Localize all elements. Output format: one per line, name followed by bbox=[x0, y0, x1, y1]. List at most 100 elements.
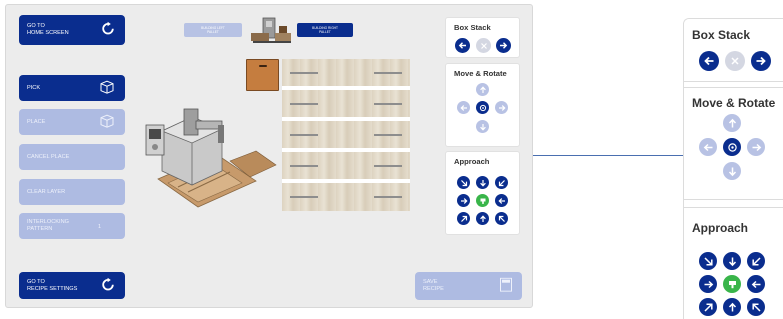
move-right-button[interactable] bbox=[495, 101, 508, 114]
box-stack-title: Box Stack bbox=[454, 23, 491, 32]
robot-cell-illustration bbox=[138, 99, 278, 211]
gripper-icon bbox=[480, 198, 485, 204]
interlocking-label-line1: INTERLOCKING bbox=[27, 219, 69, 226]
close-icon bbox=[480, 42, 487, 49]
arrow-up-right-icon bbox=[460, 215, 467, 222]
zoom-move-left-button[interactable] bbox=[699, 138, 717, 156]
pallet-slot-mark bbox=[290, 72, 318, 74]
close-icon bbox=[731, 57, 739, 65]
palletizer-thumbnail-icon bbox=[249, 15, 295, 45]
arrow-down-right-icon bbox=[460, 179, 467, 186]
arrow-up-left-icon bbox=[751, 302, 761, 312]
zoom-box-stack-remove-button[interactable] bbox=[725, 51, 745, 71]
arrow-right-icon bbox=[460, 197, 468, 204]
arrow-down-icon bbox=[728, 167, 736, 176]
zoom-move-right-button[interactable] bbox=[747, 138, 765, 156]
zoom-move-rotate-section: Move & Rotate bbox=[684, 87, 783, 200]
zoom-approach-down-button[interactable] bbox=[723, 252, 741, 270]
zoom-move-down-button[interactable] bbox=[723, 162, 741, 180]
zoomed-controls-callout: Box Stack Move & Rotate Approach bbox=[683, 18, 783, 319]
pick-label: PICK bbox=[27, 84, 41, 91]
move-down-button[interactable] bbox=[476, 120, 489, 133]
arrow-left-icon bbox=[704, 56, 714, 66]
arrow-up-icon bbox=[479, 85, 486, 93]
pallet-slot-mark bbox=[374, 134, 402, 136]
zoom-approach-up-button[interactable] bbox=[723, 298, 741, 316]
pallet-slot-mark bbox=[290, 103, 318, 105]
zoom-move-up-button[interactable] bbox=[723, 114, 741, 132]
interlocking-label: INTERLOCKING PATTERN bbox=[27, 219, 69, 232]
pick-button[interactable]: PICK bbox=[19, 75, 125, 101]
arrow-down-icon bbox=[479, 123, 486, 131]
arrow-up-icon bbox=[479, 214, 486, 222]
zoom-box-stack-prev-button[interactable] bbox=[699, 51, 719, 71]
approach-up-right-button[interactable] bbox=[457, 212, 470, 225]
approach-down-button[interactable] bbox=[476, 176, 489, 189]
home-label-line1: GO TO bbox=[27, 23, 45, 30]
cancel-place-button[interactable]: CANCEL PLACE bbox=[19, 144, 125, 170]
approach-panel: Approach bbox=[445, 151, 520, 235]
go-to-recipe-settings-button[interactable]: GO TO RECIPE SETTINGS bbox=[19, 272, 125, 299]
box-stack-next-button[interactable] bbox=[496, 38, 511, 53]
arrow-down-left-icon bbox=[751, 256, 761, 266]
save-recipe-button[interactable]: SAVE RECIPE bbox=[415, 272, 522, 300]
clear-layer-button[interactable]: CLEAR LAYER bbox=[19, 179, 125, 205]
move-left-button[interactable] bbox=[457, 101, 470, 114]
zoom-rotate-button[interactable] bbox=[723, 138, 741, 156]
rotate-button[interactable] bbox=[476, 101, 489, 114]
zoom-approach-down-left-button[interactable] bbox=[747, 252, 765, 270]
arrow-left-icon bbox=[458, 42, 466, 49]
box-on-pallet[interactable] bbox=[246, 59, 279, 91]
approach-up-button[interactable] bbox=[476, 212, 489, 225]
zoom-approach-right-button[interactable] bbox=[699, 275, 717, 293]
place-button[interactable]: PLACE bbox=[19, 109, 125, 135]
refresh-icon bbox=[101, 21, 115, 39]
cancel-place-label: CANCEL PLACE bbox=[27, 153, 70, 160]
approach-right-button[interactable] bbox=[457, 194, 470, 207]
recipe-button-label: GO TO RECIPE SETTINGS bbox=[27, 279, 77, 292]
go-to-home-button[interactable]: GO TO HOME SCREEN bbox=[19, 15, 125, 45]
arrow-down-icon bbox=[479, 179, 486, 187]
arrow-up-icon bbox=[728, 118, 736, 127]
building-right-pallet-button[interactable]: BUILDING RIGHT PALLET bbox=[297, 23, 353, 37]
arrow-right-icon bbox=[752, 143, 761, 151]
approach-center-button[interactable] bbox=[476, 194, 489, 207]
move-up-button[interactable] bbox=[476, 83, 489, 96]
zoom-box-stack-next-button[interactable] bbox=[751, 51, 771, 71]
interlocking-label-line2: PATTERN bbox=[27, 226, 53, 232]
approach-down-left-button[interactable] bbox=[495, 176, 508, 189]
approach-left-button[interactable] bbox=[495, 194, 508, 207]
home-button-label: GO TO HOME SCREEN bbox=[27, 23, 69, 36]
zoom-approach-left-button[interactable] bbox=[747, 275, 765, 293]
zoom-approach-center-button[interactable] bbox=[723, 275, 741, 293]
interlocking-pattern-button[interactable]: INTERLOCKING PATTERN 1 bbox=[19, 213, 125, 239]
move-rotate-panel: Move & Rotate bbox=[445, 63, 520, 147]
arrow-right-icon bbox=[704, 280, 713, 288]
pallet-slot-mark bbox=[374, 72, 402, 74]
save-label-line1: SAVE bbox=[423, 279, 438, 286]
zoom-approach-up-right-button[interactable] bbox=[699, 298, 717, 316]
approach-down-right-button[interactable] bbox=[457, 176, 470, 189]
pallet-top-view bbox=[282, 59, 410, 211]
building-left-pallet-button[interactable]: BUILDING LEFT PALLET bbox=[184, 23, 242, 37]
clear-layer-label: CLEAR LAYER bbox=[27, 188, 66, 195]
interlocking-value: 1 bbox=[98, 224, 102, 230]
zoom-move-rotate-title: Move & Rotate bbox=[692, 96, 776, 110]
arrow-up-right-icon bbox=[703, 302, 713, 312]
arrow-down-icon bbox=[728, 257, 736, 266]
box-stack-remove-button[interactable] bbox=[476, 38, 491, 53]
home-label-line2: HOME SCREEN bbox=[27, 30, 69, 36]
approach-up-left-button[interactable] bbox=[495, 212, 508, 225]
arrow-left-icon bbox=[751, 280, 760, 288]
arrow-left-icon bbox=[459, 104, 467, 111]
gripper-icon bbox=[728, 280, 736, 288]
zoom-approach-down-right-button[interactable] bbox=[699, 252, 717, 270]
box-stack-prev-button[interactable] bbox=[455, 38, 470, 53]
save-recipe-label: SAVE RECIPE bbox=[423, 279, 444, 292]
recipe-label-line2: RECIPE SETTINGS bbox=[27, 285, 78, 292]
zoom-approach-up-left-button[interactable] bbox=[747, 298, 765, 316]
save-disk-icon bbox=[500, 277, 512, 295]
box-stack-panel: Box Stack bbox=[445, 17, 520, 58]
zoom-approach-section: Approach bbox=[684, 207, 783, 319]
box-icon bbox=[99, 114, 115, 131]
